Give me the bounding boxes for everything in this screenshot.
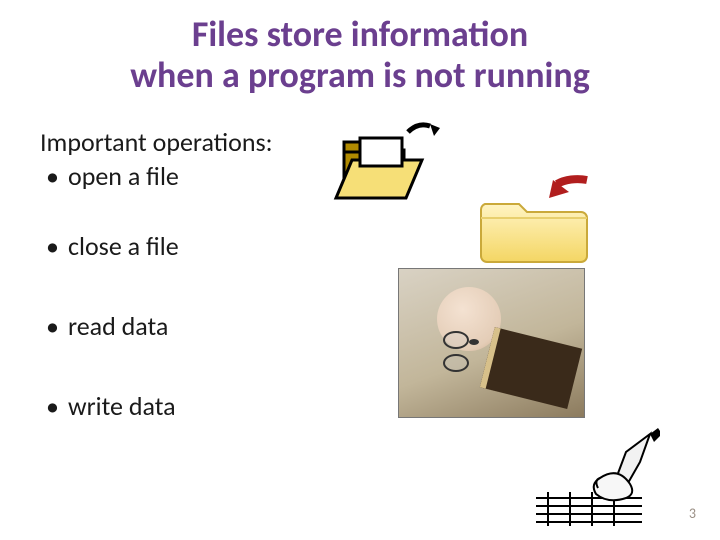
bullet-list: write data bbox=[40, 392, 460, 422]
bullet-text: write data bbox=[68, 390, 176, 422]
slide-body: Important operations: open a file close … bbox=[40, 128, 460, 421]
bullet-list: read data bbox=[40, 312, 460, 342]
list-item: write data bbox=[40, 392, 460, 422]
bullet-list: close a file bbox=[40, 232, 460, 262]
bullet-list: open a file bbox=[40, 162, 460, 192]
slide: Files store information when a program i… bbox=[0, 0, 720, 540]
bullet-text: read data bbox=[68, 310, 168, 342]
list-item: open a file bbox=[40, 162, 460, 192]
bullet-text: close a file bbox=[68, 230, 179, 262]
reading-photo bbox=[398, 268, 585, 418]
list-item: read data bbox=[40, 312, 460, 342]
page-number: 3 bbox=[689, 505, 696, 522]
close-folder-icon bbox=[475, 170, 605, 270]
slide-title: Files store information when a program i… bbox=[0, 14, 720, 97]
list-item: close a file bbox=[40, 232, 460, 262]
bullet-text: open a file bbox=[68, 160, 179, 192]
lead-text: Important operations: bbox=[40, 128, 460, 158]
title-line-1: Files store information bbox=[192, 12, 528, 56]
writing-hand-icon bbox=[530, 428, 660, 526]
title-line-2: when a program is not running bbox=[130, 53, 590, 97]
